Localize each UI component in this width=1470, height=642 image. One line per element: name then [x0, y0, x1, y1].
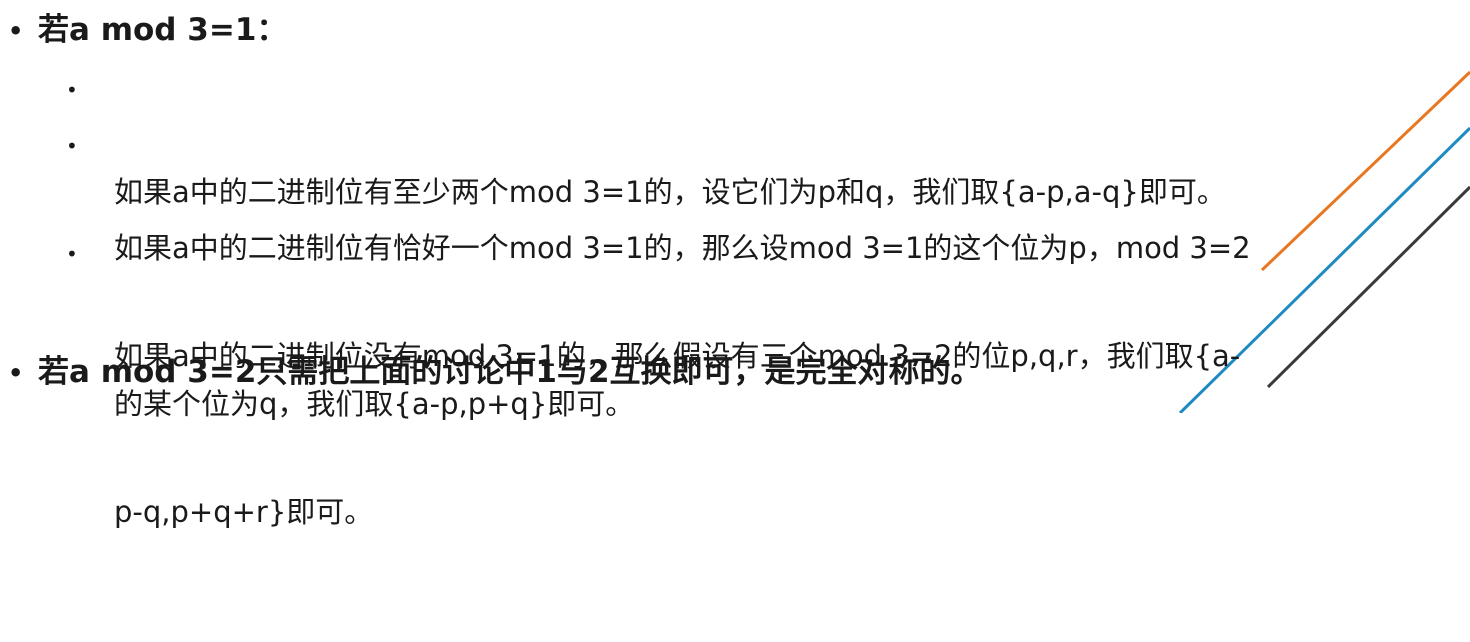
sub-bullet-point: •	[66, 242, 78, 266]
sub-bullet-point: •	[66, 78, 78, 102]
sub-bullet-point: •	[66, 134, 78, 158]
slide: • 若a mod 3=1： • 如果a中的二进制位有至少两个mod 3=1的，设…	[0, 0, 1470, 529]
top-level-item-1: • 若a mod 3=1：	[8, 10, 287, 51]
bullet-point: •	[8, 17, 24, 45]
top-level-item-2: • 若a mod 3=2只需把上面的讨论中1与2互换即可，是完全对称的。	[8, 352, 982, 393]
bullet-point: •	[8, 359, 24, 387]
sub-item-3: • 如果a中的二进制位没有mod 3=1的，那么假设有三个mod 3=2的位p,…	[66, 226, 1446, 642]
text-line: p-q,p+q+r}即可。	[114, 495, 374, 529]
case-heading-mod1: 若a mod 3=1：	[38, 12, 288, 48]
sub-item-text: 如果a中的二进制位没有mod 3=1的，那么假设有三个mod 3=2的位p,q,…	[114, 226, 1446, 642]
case-heading-mod2: 若a mod 3=2只需把上面的讨论中1与2互换即可，是完全对称的。	[38, 354, 982, 390]
